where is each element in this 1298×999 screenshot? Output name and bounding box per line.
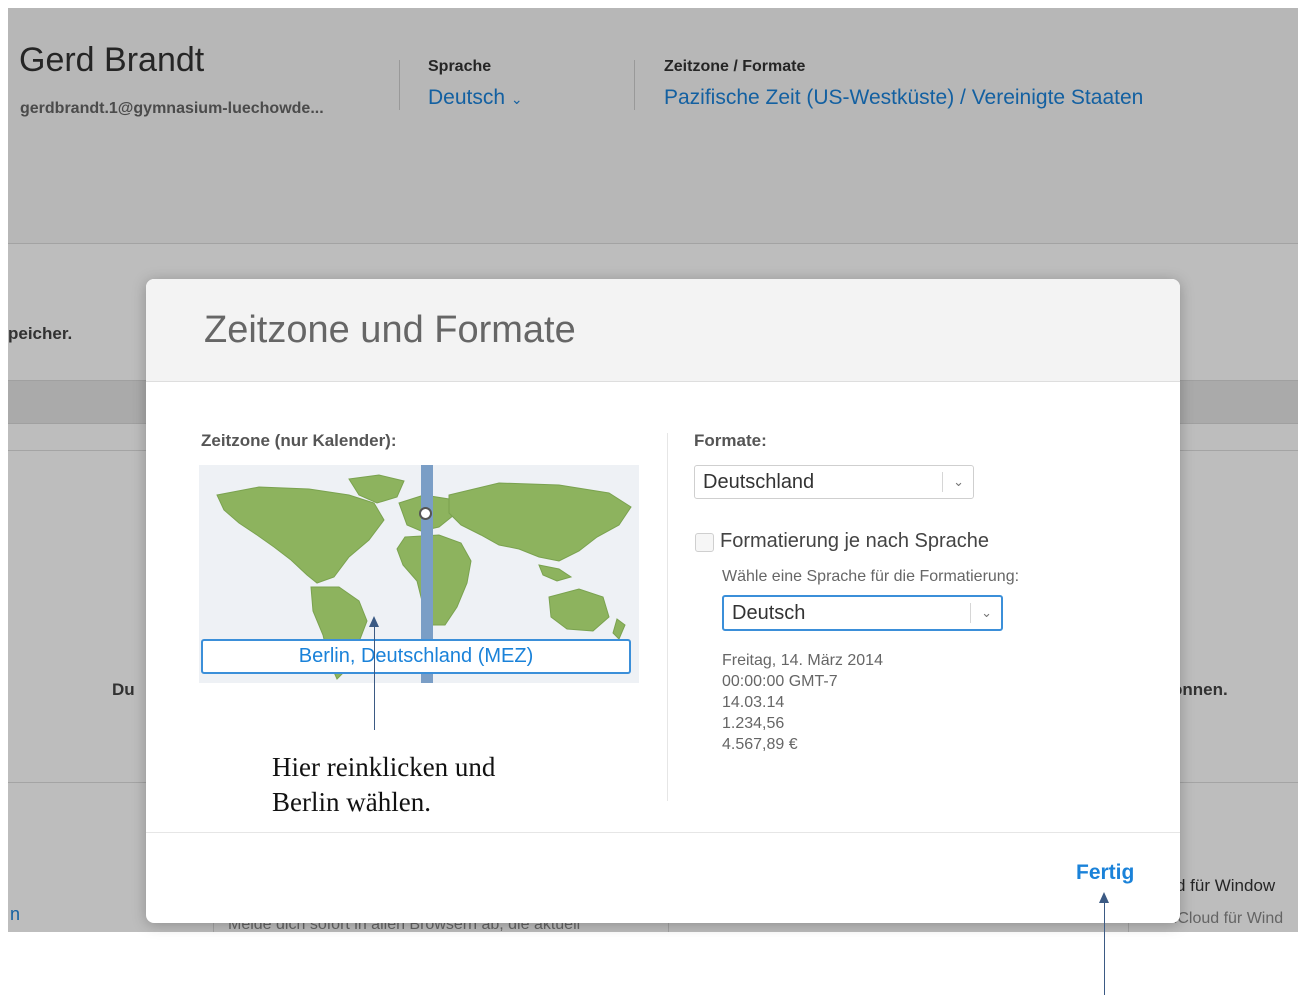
- timezone-section-label: Zeitzone (nur Kalender):: [201, 431, 397, 450]
- chevron-down-icon: ⌄: [953, 474, 964, 489]
- location-marker: [419, 507, 432, 520]
- formats-label: Formate:: [694, 431, 767, 450]
- formats-select-value: Deutschland: [703, 471, 815, 493]
- select-separator: [970, 603, 971, 623]
- language-hint: Wähle eine Sprache für die Formatierung:: [722, 568, 1020, 585]
- annotation-text: Hier reinklicken und Berlin wählen.: [272, 750, 495, 820]
- format-by-language-label[interactable]: Formatierung je nach Sprache: [720, 530, 989, 553]
- annotation-arrow: [369, 616, 379, 627]
- timezone-field[interactable]: Berlin, Deutschland (MEZ): [201, 639, 631, 674]
- annotation-line: [374, 626, 375, 730]
- dialog-header: Zeitzone und Formate: [146, 279, 1180, 382]
- format-by-language-checkbox[interactable]: [695, 533, 714, 552]
- timezone-formats-dialog: Zeitzone und Formate Zeitzone (nur Kalen…: [146, 279, 1180, 923]
- annotation-line: [1104, 902, 1105, 995]
- preview-time: 00:00:00 GMT-7: [722, 673, 838, 690]
- format-language-value: Deutsch: [732, 602, 806, 624]
- preview-currency: 4.567,89 €: [722, 736, 798, 753]
- format-preview: Freitag, 14. März 2014 00:00:00 GMT-7 14…: [722, 650, 883, 755]
- done-button[interactable]: Fertig: [1076, 861, 1134, 885]
- preview-date-long: Freitag, 14. März 2014: [722, 652, 883, 669]
- footer-divider: [146, 832, 1180, 833]
- column-divider: [667, 433, 668, 801]
- format-language-select[interactable]: Deutsch ⌄: [722, 595, 1003, 631]
- chevron-down-icon: ⌄: [981, 605, 992, 620]
- annotation-line-1: Hier reinklicken und: [272, 752, 496, 782]
- select-separator: [942, 472, 943, 492]
- dialog-title: Zeitzone und Formate: [204, 309, 576, 351]
- annotation-arrow: [1099, 892, 1109, 903]
- annotation-line-2: Berlin wählen.: [272, 787, 431, 817]
- preview-number: 1.234,56: [722, 715, 785, 732]
- formats-select[interactable]: Deutschland ⌄: [694, 465, 974, 499]
- timezone-map[interactable]: Berlin, Deutschland (MEZ): [199, 465, 639, 683]
- preview-date-short: 14.03.14: [722, 694, 785, 711]
